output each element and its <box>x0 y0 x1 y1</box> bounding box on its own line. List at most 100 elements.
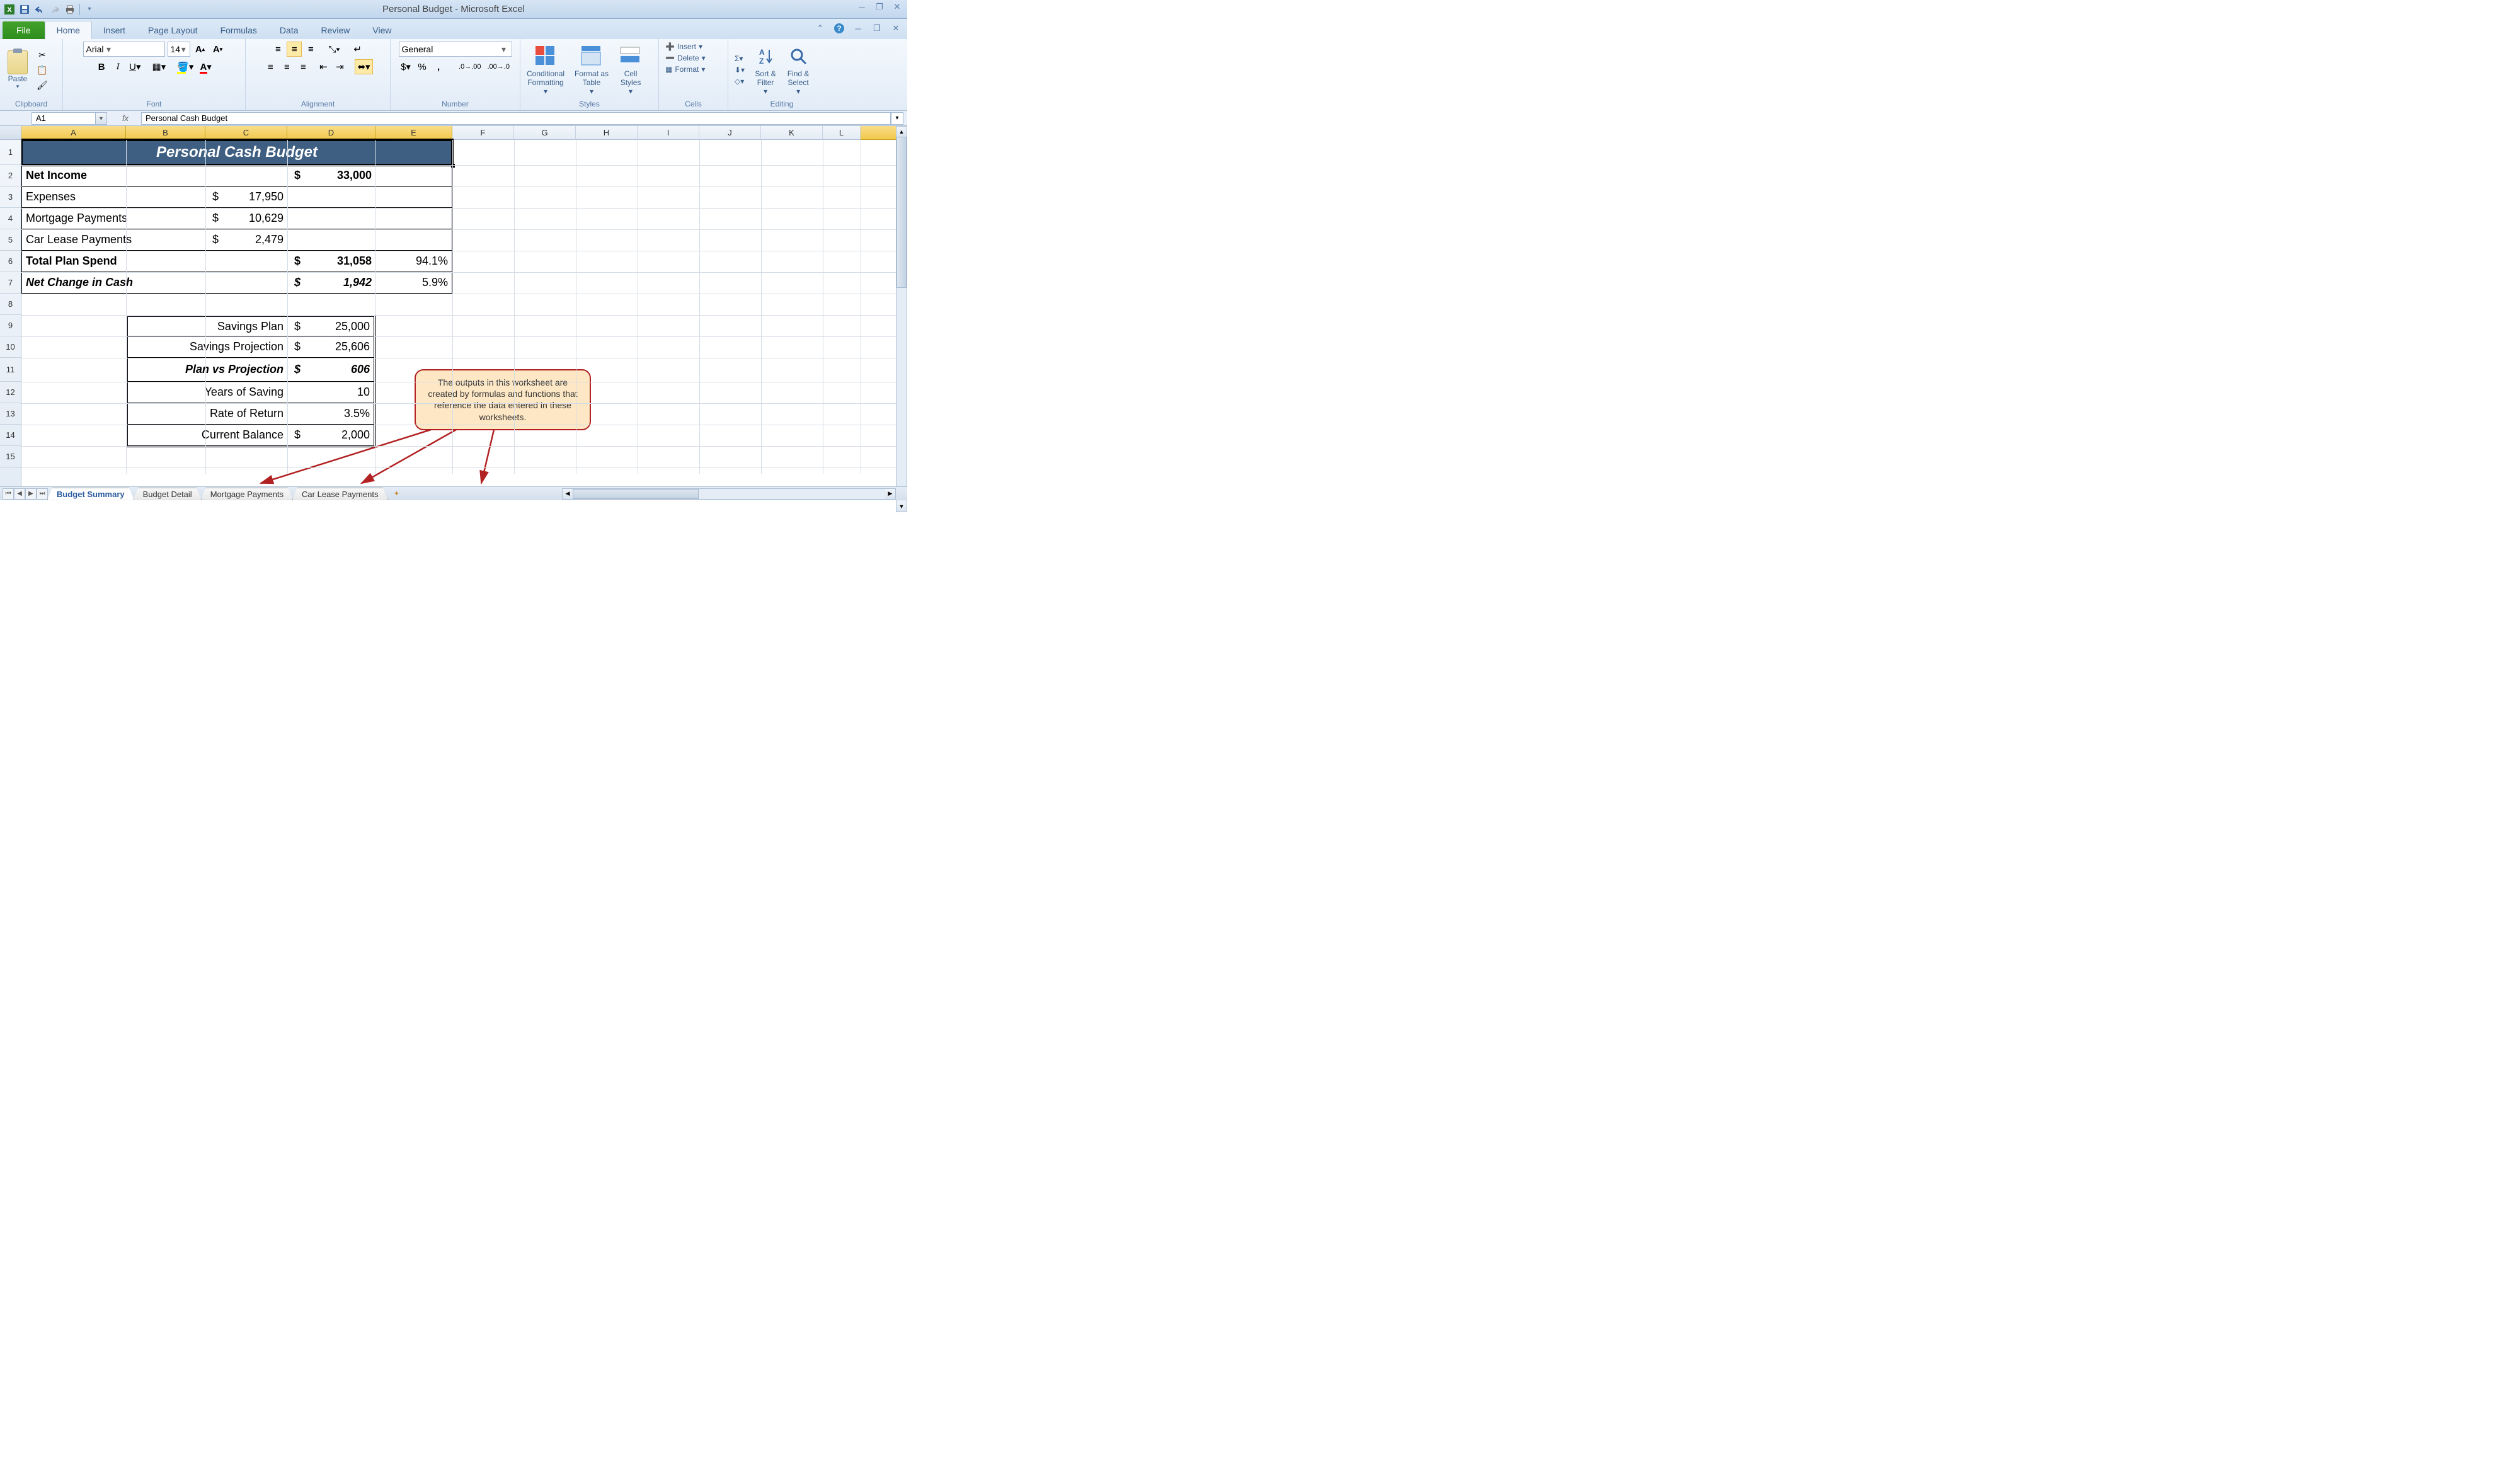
cell-A7[interactable]: Net Change in Cash <box>21 272 205 294</box>
cell-E5[interactable] <box>375 229 452 251</box>
cell-BC10[interactable]: Savings Projection <box>128 336 287 358</box>
insert-sheet-button[interactable]: ✦ <box>390 489 403 499</box>
doc-close-button[interactable]: ✕ <box>888 23 903 34</box>
cell-C6[interactable] <box>205 251 287 272</box>
ribbon-minimize-icon[interactable]: ⌃ <box>813 23 828 34</box>
tab-insert[interactable]: Insert <box>92 21 137 39</box>
font-name-combo[interactable]: Arial▾ <box>83 42 165 57</box>
font-color-button[interactable]: A▾ <box>197 59 214 74</box>
col-header-L[interactable]: L <box>823 126 861 140</box>
cell-C5[interactable]: $2,479 <box>205 229 287 251</box>
cell-A3[interactable]: Expenses <box>21 186 205 208</box>
vscroll-thumb[interactable] <box>896 137 907 288</box>
restore-button[interactable]: ❐ <box>872 1 887 13</box>
doc-restore-button[interactable]: ❐ <box>869 23 885 34</box>
row-header-4[interactable]: 4 <box>0 208 21 229</box>
last-sheet-button[interactable]: ⏭ <box>37 488 48 500</box>
hscroll-thumb[interactable] <box>573 489 699 499</box>
row-header-1[interactable]: 1 <box>0 140 21 165</box>
tab-view[interactable]: View <box>361 21 403 39</box>
col-header-E[interactable]: E <box>375 126 452 139</box>
row-header-3[interactable]: 3 <box>0 186 21 208</box>
format-painter-icon[interactable]: 🖌 <box>34 78 50 92</box>
cell-E4[interactable] <box>375 208 452 229</box>
cell-E2[interactable] <box>375 165 452 186</box>
formula-input[interactable]: Personal Cash Budget <box>141 112 891 125</box>
increase-indent-icon[interactable]: ⇥ <box>332 59 347 74</box>
copy-icon[interactable]: 📋 <box>34 63 50 77</box>
cell-D2[interactable]: $33,000 <box>287 165 375 186</box>
clear-button[interactable]: ◇▾ <box>732 76 747 86</box>
sheet-tab-budget-detail[interactable]: Budget Detail <box>134 488 202 500</box>
vertical-scrollbar[interactable]: ▲ ▼ <box>896 126 907 512</box>
delete-cells-button[interactable]: ➖Delete▾ <box>663 53 708 63</box>
fill-color-button[interactable]: 🪣▾ <box>175 59 196 74</box>
insert-cells-button[interactable]: ➕Insert▾ <box>663 42 705 52</box>
cell-C3[interactable]: $17,950 <box>205 186 287 208</box>
fx-icon[interactable]: fx <box>122 113 129 123</box>
cell-D12[interactable]: 10 <box>287 382 374 403</box>
cell-C2[interactable] <box>205 165 287 186</box>
autosum-button[interactable]: Σ▾ <box>732 54 747 64</box>
cut-icon[interactable]: ✂ <box>34 48 50 62</box>
scroll-right-button[interactable]: ▶ <box>885 489 895 499</box>
row-header-11[interactable]: 11 <box>0 358 21 382</box>
align-bottom-icon[interactable]: ≡ <box>303 42 318 57</box>
orientation-icon[interactable]: ⤡▾ <box>326 42 342 57</box>
find-select-button[interactable]: Find & Select▾ <box>784 43 813 97</box>
cell-A6[interactable]: Total Plan Spend <box>21 251 205 272</box>
cell-D13[interactable]: 3.5% <box>287 403 374 425</box>
cell-styles-button[interactable]: Cell Styles▾ <box>616 43 645 97</box>
undo-icon[interactable] <box>33 3 47 16</box>
italic-button[interactable]: I <box>110 59 125 74</box>
close-button[interactable]: ✕ <box>890 1 905 13</box>
cell-D11[interactable]: $606 <box>287 358 374 382</box>
row-header-10[interactable]: 10 <box>0 336 21 358</box>
cell-E7[interactable]: 5.9% <box>375 272 452 294</box>
sort-filter-button[interactable]: AZ Sort & Filter▾ <box>751 43 780 97</box>
row-header-9[interactable]: 9 <box>0 315 21 336</box>
minimize-button[interactable]: ─ <box>854 1 869 13</box>
row-header-5[interactable]: 5 <box>0 229 21 251</box>
cell-C4[interactable]: $10,629 <box>205 208 287 229</box>
col-header-K[interactable]: K <box>761 126 823 140</box>
name-box-dropdown[interactable]: ▼ <box>95 113 106 124</box>
sheet-tab-car-lease-payments[interactable]: Car Lease Payments <box>292 488 387 500</box>
format-cells-button[interactable]: ▦Format▾ <box>663 64 707 74</box>
number-format-combo[interactable]: General▾ <box>399 42 512 57</box>
file-tab[interactable]: File <box>3 21 45 39</box>
decrease-indent-icon[interactable]: ⇤ <box>316 59 331 74</box>
cell-E3[interactable] <box>375 186 452 208</box>
row-header-2[interactable]: 2 <box>0 165 21 186</box>
name-box[interactable]: A1 ▼ <box>32 112 107 125</box>
cell-BC13[interactable]: Rate of Return <box>128 403 287 425</box>
grow-font-icon[interactable]: A▴ <box>193 42 208 57</box>
save-icon[interactable] <box>18 3 32 16</box>
scroll-up-button[interactable]: ▲ <box>896 127 907 137</box>
col-header-I[interactable]: I <box>638 126 699 140</box>
col-header-A[interactable]: A <box>21 126 126 139</box>
excel-icon[interactable]: X <box>3 3 16 16</box>
font-size-combo[interactable]: 14▾ <box>168 42 190 57</box>
row-header-14[interactable]: 14 <box>0 425 21 446</box>
cell-D5[interactable] <box>287 229 375 251</box>
first-sheet-button[interactable]: ⏮ <box>3 488 14 500</box>
print-icon[interactable] <box>63 3 77 16</box>
sheet-tab-mortgage-payments[interactable]: Mortgage Payments <box>201 488 293 500</box>
tab-data[interactable]: Data <box>268 21 310 39</box>
decrease-decimal-icon[interactable]: .00→.0 <box>485 59 512 74</box>
doc-minimize-button[interactable]: ─ <box>850 23 866 34</box>
comma-format-icon[interactable]: , <box>431 59 446 74</box>
cell-D9[interactable]: $25,000 <box>287 317 374 336</box>
col-header-F[interactable]: F <box>452 126 514 140</box>
format-as-table-button[interactable]: Format as Table▾ <box>572 43 611 97</box>
align-top-icon[interactable]: ≡ <box>270 42 285 57</box>
col-header-C[interactable]: C <box>205 126 287 139</box>
col-header-G[interactable]: G <box>514 126 576 140</box>
help-icon[interactable]: ? <box>832 23 847 34</box>
row-header-12[interactable]: 12 <box>0 382 21 403</box>
underline-button[interactable]: U▾ <box>127 59 143 74</box>
align-center-icon[interactable]: ≡ <box>279 59 294 74</box>
row-header-7[interactable]: 7 <box>0 272 21 294</box>
accounting-format-icon[interactable]: $▾ <box>398 59 413 74</box>
